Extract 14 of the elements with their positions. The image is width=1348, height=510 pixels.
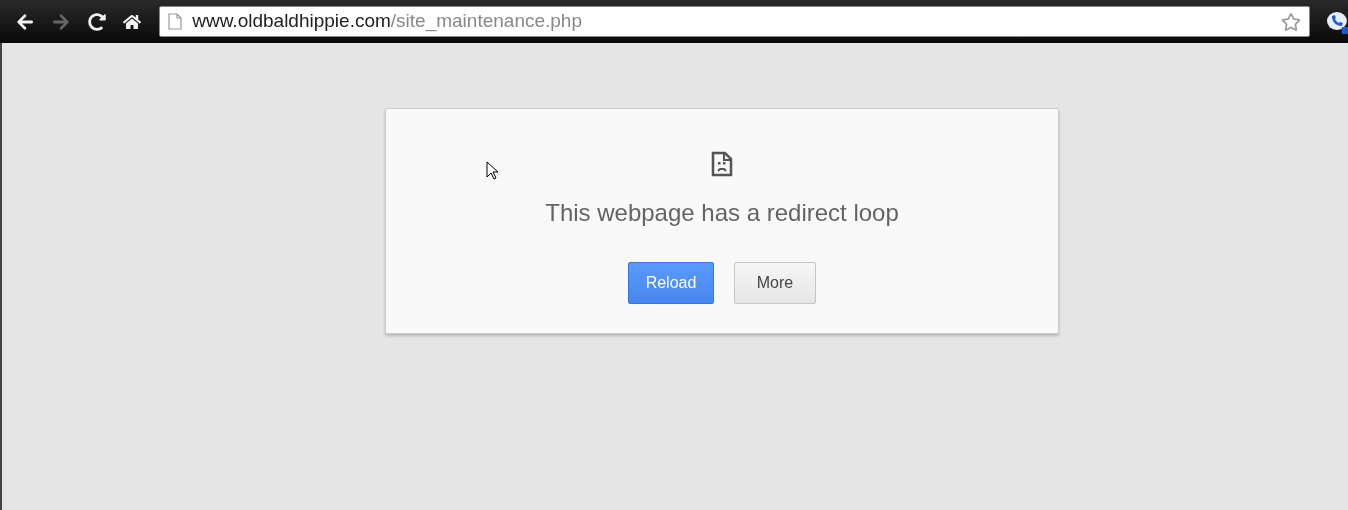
error-title: This webpage has a redirect loop: [545, 198, 899, 228]
address-bar[interactable]: www.oldbaldhippie.com/site_maintenance.php: [159, 6, 1311, 37]
page-icon: [168, 13, 183, 30]
home-icon: [123, 12, 142, 31]
cursor-icon: [486, 161, 498, 180]
reload-icon: [87, 12, 106, 31]
url-host: www.oldbaldhippie.com: [192, 9, 391, 34]
star-icon: [1281, 11, 1302, 32]
url-path: /site_maintenance.php: [390, 9, 582, 34]
phone-chat-icon: [1326, 9, 1348, 34]
back-arrow-icon: [15, 12, 34, 31]
forward-arrow-icon: [51, 12, 70, 31]
sad-page-icon: [711, 151, 733, 177]
more-button[interactable]: More: [734, 262, 816, 304]
